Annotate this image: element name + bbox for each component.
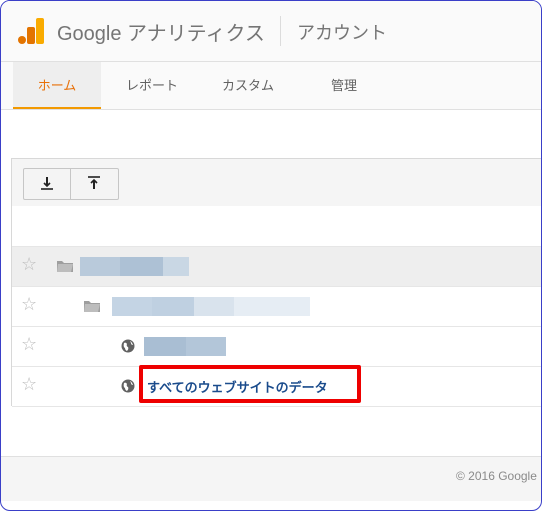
download-icon xyxy=(41,177,53,190)
folder-icon xyxy=(57,261,73,272)
search-row xyxy=(12,206,541,247)
property-row[interactable]: ☆ xyxy=(12,287,541,327)
header-divider xyxy=(280,16,281,46)
account-row[interactable]: ☆ xyxy=(12,247,541,287)
globe-icon xyxy=(121,379,135,393)
expand-collapse-group xyxy=(23,168,119,200)
copyright-text: © 2016 Google xyxy=(456,469,537,483)
star-icon[interactable]: ☆ xyxy=(21,335,37,355)
analytics-logo-icon[interactable] xyxy=(18,18,46,44)
globe-icon xyxy=(121,339,135,353)
redacted-view-name xyxy=(144,337,226,356)
folder-icon xyxy=(84,301,100,312)
panel-toolbar xyxy=(12,159,541,207)
browser-frame: Google アナリティクス アカウント ホーム レポート カスタム 管理 ☆ … xyxy=(0,0,542,511)
redacted-property-name xyxy=(112,297,310,316)
highlight-annotation-box xyxy=(139,365,361,403)
expand-all-button[interactable] xyxy=(24,169,70,199)
upload-icon xyxy=(88,176,100,189)
page-footer: © 2016 Google xyxy=(1,456,541,501)
collapse-all-button[interactable] xyxy=(71,169,117,199)
account-label[interactable]: アカウント xyxy=(297,19,387,45)
star-icon[interactable]: ☆ xyxy=(21,295,37,315)
redacted-account-name xyxy=(80,257,189,276)
star-icon[interactable]: ☆ xyxy=(21,375,37,395)
star-icon[interactable]: ☆ xyxy=(21,255,37,275)
tab-customization[interactable]: カスタム xyxy=(207,62,289,109)
tab-reports[interactable]: レポート xyxy=(111,62,193,109)
tab-home[interactable]: ホーム xyxy=(13,62,101,109)
main-tabs: ホーム レポート カスタム 管理 xyxy=(1,62,541,110)
app-title: Google アナリティクス xyxy=(57,23,265,45)
view-row[interactable]: ☆ xyxy=(12,327,541,367)
app-header: Google アナリティクス アカウント xyxy=(1,1,541,62)
tab-admin[interactable]: 管理 xyxy=(301,62,387,109)
